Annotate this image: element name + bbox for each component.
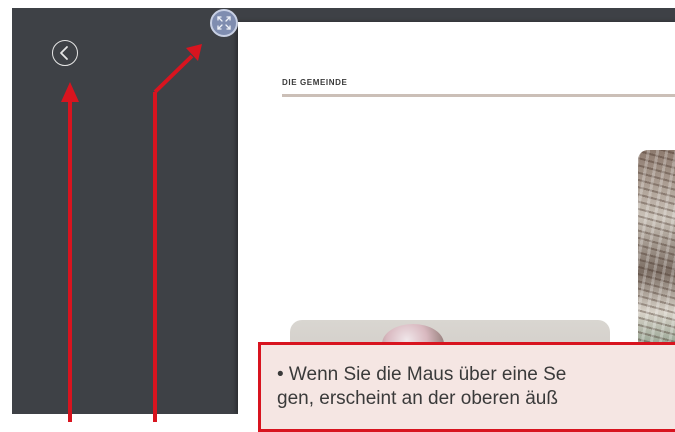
callout-text: • Wenn Sie die Maus über eine Se gen, er… <box>277 363 675 411</box>
instruction-callout: • Wenn Sie die Maus über eine Se gen, er… <box>258 342 675 432</box>
arrow-to-fullscreen-diagonal <box>153 54 194 94</box>
callout-line-2: gen, erscheint an der oberen äuß <box>277 388 558 409</box>
callout-line-1: • Wenn Sie die Maus über eine Se <box>277 364 567 385</box>
arrow-head-back <box>61 82 79 102</box>
